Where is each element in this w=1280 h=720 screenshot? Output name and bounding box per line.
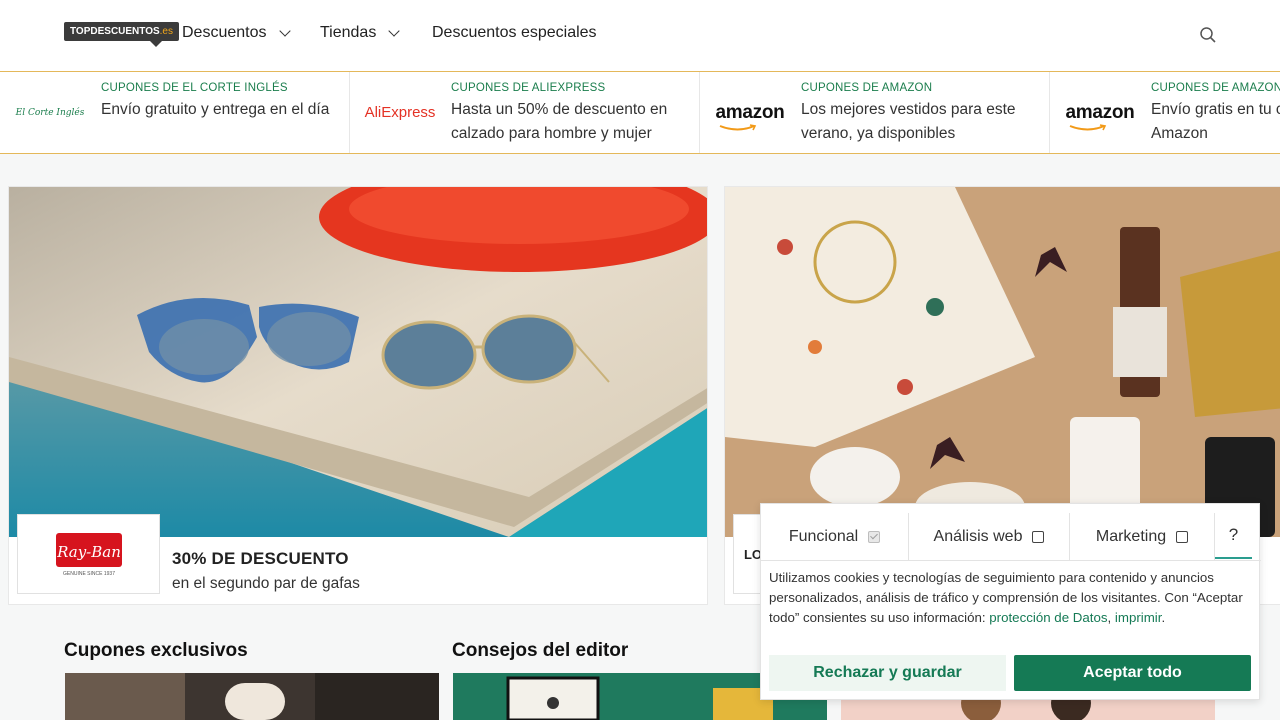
store-logo-amazon: amazon: [1050, 72, 1150, 153]
nav-label: Descuentos: [182, 24, 267, 41]
privacy-link[interactable]: protección de Datos: [989, 610, 1107, 625]
cookie-description: Utilizamos cookies y tecnologías de segu…: [769, 570, 1243, 625]
promo-category: CUPONES DE EL CORTE INGLÉS: [101, 82, 288, 94]
help-tab[interactable]: ?: [1215, 513, 1252, 559]
cookie-tab-analisis-web[interactable]: Análisis web: [909, 513, 1070, 561]
cookie-category-tabs: Funcional Análisis web Marketing: [761, 513, 1261, 561]
tab-label: Marketing: [1095, 528, 1167, 545]
site-logo[interactable]: TOPDESCUENTOS.es: [64, 22, 179, 41]
chevron-down-icon: [388, 24, 400, 37]
reject-and-save-button[interactable]: Rechazar y guardar: [769, 655, 1006, 691]
sunglasses-image: [9, 187, 707, 537]
logo-tld: .es: [159, 26, 173, 37]
search-icon[interactable]: [1199, 26, 1219, 46]
cookie-consent-dialog: Funcional Análisis web Marketing ? Utili…: [760, 503, 1261, 700]
chevron-down-icon: [278, 24, 291, 37]
promo-item[interactable]: amazon CUPONES DE AMAZON Envío gratis en…: [1050, 72, 1280, 153]
promo-text: Envío gratuito y entrega en el día: [101, 101, 330, 118]
nav-descuentos-especiales[interactable]: Descuentos especiales: [432, 24, 597, 42]
promo-item[interactable]: AliExpress CUPONES DE ALIEXPRESS Hasta u…: [350, 72, 700, 153]
site-header: TOPDESCUENTOS.es Descuentos Tiendas Desc…: [0, 0, 1280, 72]
nav-tiendas[interactable]: Tiendas: [320, 24, 400, 42]
promo-strip: El Corte Inglés CUPONES DE EL CORTE INGL…: [0, 72, 1280, 154]
cosmetics-image: [725, 187, 1280, 537]
cookie-tab-funcional[interactable]: Funcional: [761, 513, 909, 561]
promo-category: CUPONES DE AMAZON: [1151, 82, 1280, 94]
checkbox-funcional: [868, 531, 881, 543]
promo-item[interactable]: amazon CUPONES DE AMAZON Los mejores ves…: [700, 72, 1050, 153]
tab-label: Análisis web: [933, 528, 1023, 545]
promo-text: Envío gratis en tu compra de Amazon: [1151, 101, 1280, 142]
offer-title: 30% DE DESCUENTO: [172, 549, 349, 568]
checkbox-analisis-web[interactable]: [1032, 531, 1045, 543]
logo-text: TOPDESCUENTOS: [70, 26, 160, 37]
store-logo-amazon: amazon: [700, 72, 800, 153]
imprint-link[interactable]: imprimir: [1115, 610, 1162, 625]
section-title-cupones-exclusivos: Cupones exclusivos: [64, 640, 248, 661]
offer-card-rayban[interactable]: Ray-Ban GENUINE SINCE 1937 30% DE DESCUE…: [8, 186, 708, 605]
svg-text:GENUINE SINCE 1937: GENUINE SINCE 1937: [63, 571, 115, 577]
nav-label: Descuentos especiales: [432, 24, 597, 41]
svg-text:Ray-Ban: Ray-Ban: [56, 543, 121, 561]
promo-category: CUPONES DE ALIEXPRESS: [451, 82, 606, 94]
store-logo-el-corte-ingles: El Corte Inglés: [15, 107, 85, 118]
checkbox-marketing[interactable]: [1176, 531, 1189, 543]
nav-label: Tiendas: [320, 24, 377, 41]
tab-label: Funcional: [788, 528, 859, 545]
promo-text: Los mejores vestidos para este verano, y…: [801, 101, 1016, 142]
cookie-tab-marketing[interactable]: Marketing: [1070, 513, 1215, 561]
section-title-consejos-editor: Consejos del editor: [452, 640, 629, 661]
promo-text: Hasta un 50% de descuento en calzado par…: [451, 101, 668, 142]
accept-all-button[interactable]: Aceptar todo: [1014, 655, 1251, 691]
store-logo-aliexpress: AliExpress: [364, 104, 436, 121]
offer-subtitle: en el segundo par de gafas: [172, 575, 360, 592]
logo-tail: [150, 41, 162, 47]
promo-item[interactable]: El Corte Inglés CUPONES DE EL CORTE INGL…: [0, 72, 350, 153]
brand-logo-rayban: Ray-Ban GENUINE SINCE 1937: [17, 514, 160, 594]
promo-category: CUPONES DE AMAZON: [801, 82, 933, 94]
coupon-thumbnail[interactable]: [65, 673, 439, 720]
nav-descuentos[interactable]: Descuentos: [182, 24, 291, 42]
